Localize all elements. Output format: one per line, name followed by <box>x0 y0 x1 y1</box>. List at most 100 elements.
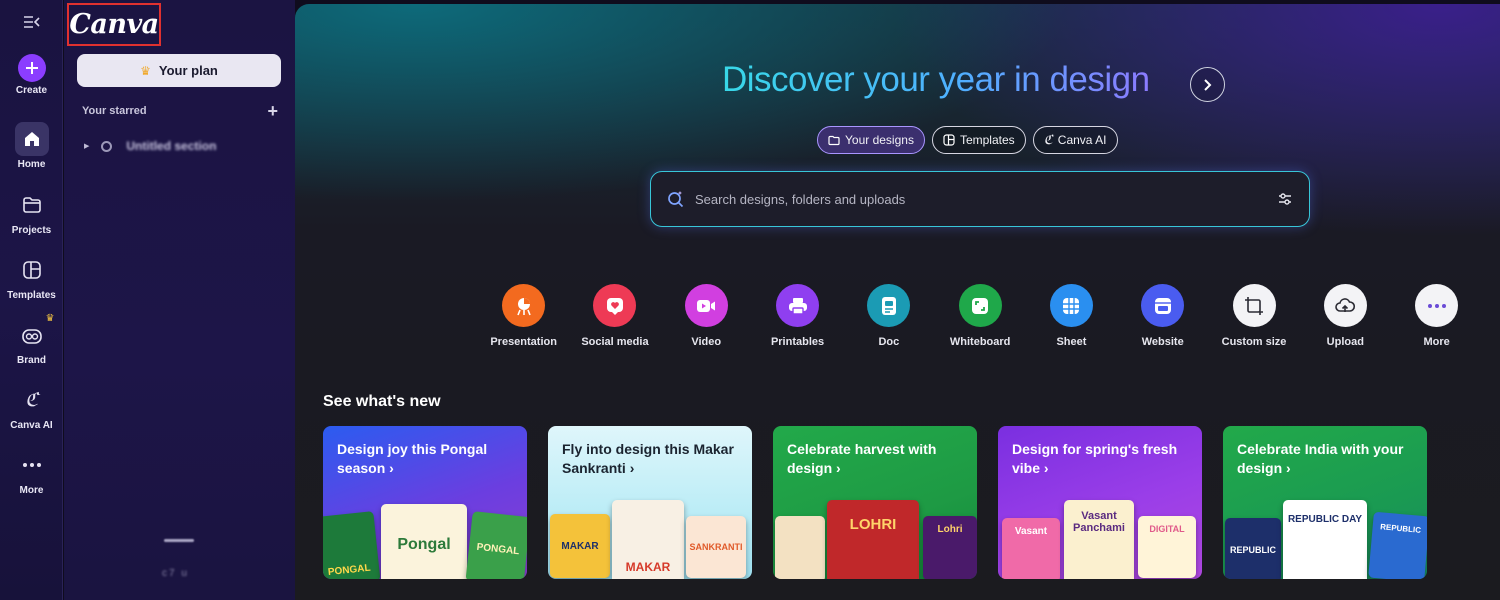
card-thumbnail: MAKAR <box>550 514 610 578</box>
tool-whiteboard[interactable]: Whiteboard <box>934 284 1025 348</box>
tool-label: Printables <box>770 336 825 348</box>
canva-ai-icon: ℭ <box>24 389 39 411</box>
add-starred-icon[interactable]: + <box>267 102 278 120</box>
search-input[interactable] <box>695 191 1277 207</box>
crown-icon: ♛ <box>45 313 55 324</box>
rail-label: Canva AI <box>10 420 53 431</box>
card-thumbnail: LOHRI <box>827 500 919 579</box>
custom-size-icon <box>1232 284 1276 327</box>
search-icon <box>668 191 684 208</box>
crown-icon: ♛ <box>140 63 151 78</box>
sheet-icon <box>1049 284 1093 327</box>
tool-label: Whiteboard <box>949 336 1011 348</box>
canva-ai-icon: ℭ <box>1043 132 1053 148</box>
search-bar[interactable] <box>650 171 1310 227</box>
card-title: Celebrate harvest with design › <box>787 441 937 476</box>
left-rail: Create Home Projects Templates ♛ Brand ℭ… <box>0 0 63 600</box>
folder-icon <box>15 188 49 222</box>
hero-arrow-button[interactable] <box>1190 67 1225 102</box>
chip-templates[interactable]: Templates <box>931 126 1026 154</box>
whats-new-card[interactable]: Celebrate harvest with design › LOHRI Lo… <box>773 426 977 579</box>
logo-text: Canva <box>69 9 159 40</box>
section-name: Untitled section <box>126 139 217 153</box>
design-type-shortcuts: Presentation Social media Video Printabl… <box>478 284 1482 348</box>
card-thumbnail: SANKRANTI <box>686 516 746 578</box>
whats-new-card[interactable]: Celebrate India with your design › REPUB… <box>1223 426 1427 579</box>
card-thumbnail: REPUBLIC DAY <box>1283 500 1367 579</box>
tool-doc[interactable]: Doc <box>843 284 934 348</box>
whats-new-card[interactable]: Fly into design this Makar Sankranti › M… <box>548 426 752 579</box>
card-thumbnail: REPUBLIC <box>1368 511 1427 579</box>
rail-label: Projects <box>11 225 52 236</box>
tool-label: Presentation <box>490 336 557 348</box>
tool-more[interactable]: More <box>1391 284 1482 348</box>
your-plan-button[interactable]: ♛ Your plan <box>77 54 281 87</box>
chip-your-designs[interactable]: Your designs <box>817 126 925 154</box>
chip-label: Canva AI <box>1057 133 1107 147</box>
card-thumbnail: MAKAR <box>612 500 684 579</box>
tool-social-media[interactable]: Social media <box>569 284 660 348</box>
upload-cloud-icon <box>1323 284 1367 327</box>
whats-new-cards: Design joy this Pongal season › PONGAL P… <box>323 426 1427 579</box>
rail-label: Home <box>17 159 46 170</box>
divider <box>164 539 194 542</box>
rail-brand[interactable]: ♛ Brand <box>0 313 63 366</box>
tool-label: Doc <box>878 336 900 348</box>
starred-label: Your starred <box>82 105 147 117</box>
card-title: Design joy this Pongal season › <box>337 441 488 476</box>
rail-projects[interactable]: Projects <box>0 188 63 236</box>
card-thumbnail <box>775 516 825 579</box>
section-avatar-icon <box>101 140 113 152</box>
tool-website[interactable]: Website <box>1117 284 1208 348</box>
starred-header: Your starred + <box>82 102 278 120</box>
card-thumbnail: Vasant Panchami <box>1064 500 1134 579</box>
tool-video[interactable]: Video <box>661 284 752 348</box>
panel-footer-text: c7 u <box>162 568 189 579</box>
tool-upload[interactable]: Upload <box>1300 284 1391 348</box>
rail-more[interactable]: More <box>0 448 63 496</box>
tool-label: Sheet <box>1056 336 1087 348</box>
filter-sliders-icon[interactable] <box>1277 192 1293 206</box>
main-content: Discover your year in design Your design… <box>295 4 1500 600</box>
tool-presentation[interactable]: Presentation <box>478 284 569 348</box>
whats-new-card[interactable]: Design joy this Pongal season › PONGAL P… <box>323 426 527 579</box>
templates-icon <box>15 253 49 287</box>
rail-home[interactable]: Home <box>0 122 63 170</box>
rail-label: Templates <box>7 290 56 301</box>
card-thumbnail: PONGAL <box>465 511 527 579</box>
caret-right-icon: ▶ <box>84 143 90 150</box>
home-icon <box>14 122 49 156</box>
chip-label: Templates <box>959 133 1015 147</box>
presentation-icon <box>502 284 546 327</box>
canva-logo[interactable]: Canva <box>67 3 161 46</box>
tool-label: Website <box>1141 336 1184 348</box>
rail-create[interactable]: Create <box>0 54 63 96</box>
whats-new-card[interactable]: Design for spring's fresh vibe › Vasant … <box>998 426 1202 579</box>
folder-icon <box>828 135 840 145</box>
section-title: See what's new <box>323 393 441 410</box>
more-dots-icon <box>15 448 49 482</box>
card-thumbnail: DIGITAL <box>1138 516 1196 578</box>
website-icon <box>1141 284 1185 327</box>
side-panel: Canva ♛ Your plan Your starred + ▶ Untit… <box>64 0 295 600</box>
card-thumbnail: REPUBLIC <box>1225 518 1281 579</box>
templates-icon <box>943 134 955 146</box>
tool-custom-size[interactable]: Custom size <box>1208 284 1299 348</box>
rail-label: Brand <box>17 355 46 366</box>
rail-templates[interactable]: Templates <box>0 253 63 301</box>
starred-section-item[interactable]: ▶ Untitled section <box>84 139 216 153</box>
tool-printables[interactable]: Printables <box>752 284 843 348</box>
hero-title: Discover your year in design <box>722 60 1150 99</box>
plus-icon <box>17 54 46 82</box>
card-thumbnail: Pongal <box>381 504 467 579</box>
heart-icon <box>593 284 637 327</box>
rail-canva-ai[interactable]: ℭ Canva AI <box>0 383 63 431</box>
tool-label: More <box>1423 336 1450 348</box>
tool-sheet[interactable]: Sheet <box>1026 284 1117 348</box>
chip-canva-ai[interactable]: ℭ Canva AI <box>1032 126 1118 154</box>
card-thumbnail: PONGAL <box>323 511 381 579</box>
rail-label: Create <box>15 85 48 96</box>
chip-label: Your designs <box>845 133 914 147</box>
collapse-sidebar-icon[interactable] <box>22 12 42 32</box>
plan-label: Your plan <box>158 63 218 78</box>
